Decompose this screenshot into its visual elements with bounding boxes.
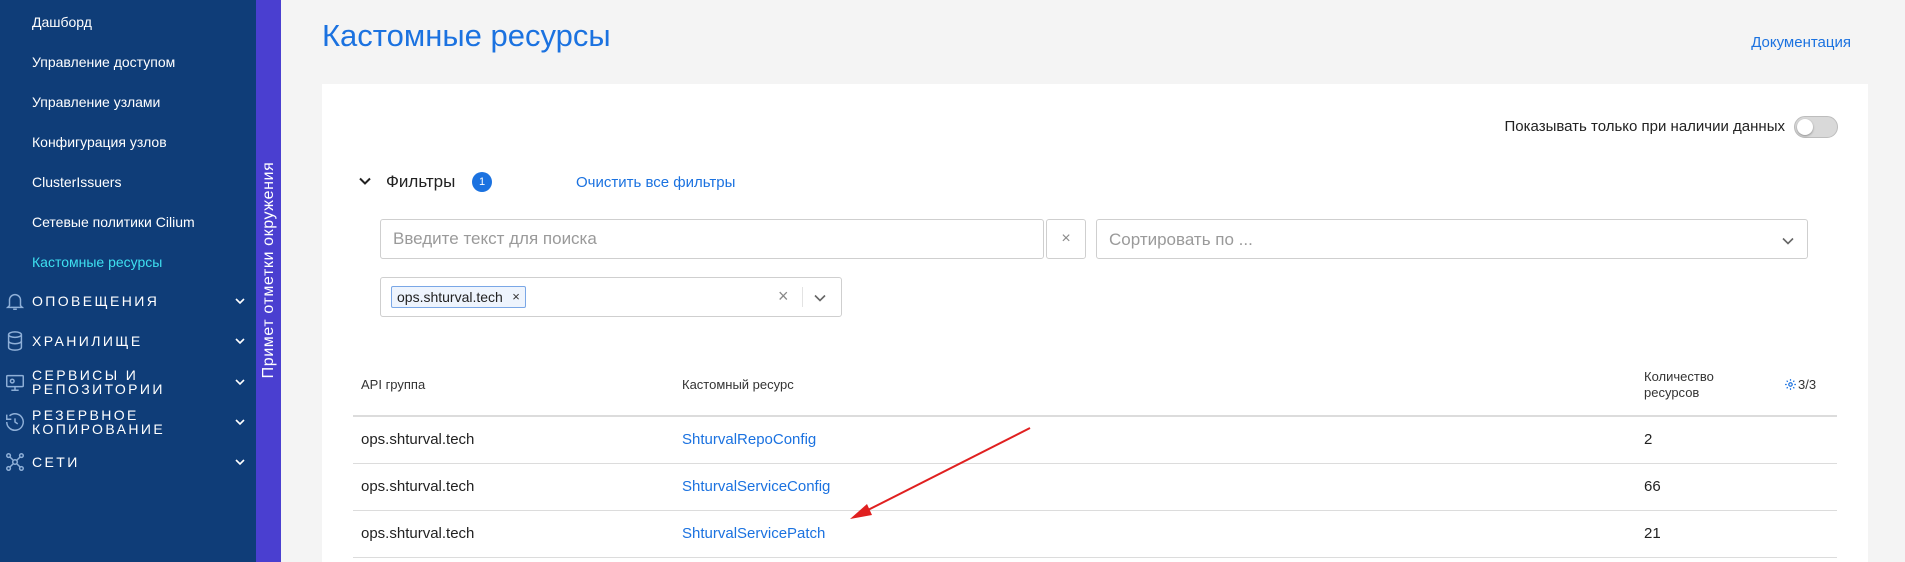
sidebar-item-cilium-policies[interactable]: Сетевые политики Cilium — [32, 214, 195, 230]
separator — [802, 287, 803, 307]
cell-count: 66 — [1644, 478, 1661, 495]
column-header-count[interactable]: Количество ресурсов — [1644, 369, 1714, 401]
sidebar-item-node-config[interactable]: Конфигурация узлов — [32, 134, 167, 150]
cell-api-group: ops.shturval.tech — [361, 431, 475, 448]
sidebar-group-alerts[interactable]: Оповещения — [0, 283, 256, 319]
filters-count-badge: 1 — [472, 172, 492, 192]
sort-select[interactable]: Сортировать по ... — [1096, 219, 1808, 259]
chevron-down-icon[interactable] — [358, 174, 372, 188]
bell-icon — [5, 293, 25, 310]
backup-icon — [6, 413, 24, 431]
column-header-api-group[interactable]: API группа — [361, 377, 425, 393]
column-header-count-line1: Количество — [1644, 369, 1714, 384]
sidebar-group-services[interactable]: Сервисы и репозитории — [0, 364, 256, 400]
network-icon — [6, 453, 24, 471]
data-only-toggle[interactable] — [1794, 116, 1838, 138]
sidebar-group-label: Резервное копирование — [32, 407, 166, 437]
filter-tag-label: ops.shturval.tech — [397, 289, 503, 305]
search-field — [380, 219, 1044, 259]
chevron-down-icon[interactable] — [813, 291, 827, 305]
tag-remove-icon[interactable]: × — [512, 287, 520, 307]
sidebar-group-label: Хранилище — [32, 333, 143, 349]
custom-resources-table: API группа Кастомный ресурс Количество р… — [353, 354, 1837, 558]
clear-filters-link[interactable]: Очистить все фильтры — [576, 174, 735, 191]
resource-link[interactable]: ShturvalRepoConfig — [682, 431, 816, 448]
table-header: API группа Кастомный ресурс Количество р… — [353, 354, 1837, 417]
environment-label: Примет отметки окружения — [259, 161, 277, 379]
sidebar: Дашборд Управление доступом Управление у… — [0, 0, 256, 562]
database-icon — [7, 331, 23, 351]
gear-icon — [1785, 379, 1796, 390]
sidebar-item-access[interactable]: Управление доступом — [32, 54, 175, 70]
chevron-down-icon — [235, 338, 245, 345]
chevron-down-icon — [235, 298, 245, 305]
filter-tag: ops.shturval.tech × — [391, 286, 526, 308]
sidebar-group-label: Сервисы и репозитории — [32, 367, 165, 397]
filters-label: Фильтры — [386, 172, 456, 191]
sidebar-item-custom-resources[interactable]: Кастомные ресурсы — [32, 254, 162, 270]
column-header-count-line2: ресурсов — [1644, 385, 1700, 400]
page-title: Кастомные ресурсы — [322, 18, 611, 53]
environment-strip: Примет отметки окружения — [256, 0, 281, 562]
chevron-down-icon — [235, 379, 245, 386]
sidebar-item-clusterissuers[interactable]: ClusterIssuers — [32, 174, 121, 190]
sidebar-item-dashboard[interactable]: Дашборд — [32, 14, 92, 30]
api-group-filter-select[interactable]: ops.shturval.tech × × — [380, 277, 842, 317]
sidebar-group-backup[interactable]: Резервное копирование — [0, 404, 256, 440]
sidebar-group-networks[interactable]: Сети — [0, 444, 256, 480]
table-row: ops.shturval.tech ShturvalRepoConfig 2 — [353, 417, 1837, 464]
documentation-link[interactable]: Документация — [1751, 34, 1851, 51]
resource-link[interactable]: ShturvalServiceConfig — [682, 478, 830, 495]
sidebar-item-nodes[interactable]: Управление узлами — [32, 94, 160, 110]
resource-link[interactable]: ShturvalServicePatch — [682, 525, 825, 542]
search-clear-button[interactable]: × — [1046, 219, 1086, 259]
clear-tags-icon[interactable]: × — [778, 286, 789, 307]
sidebar-group-label: Сети — [32, 454, 80, 470]
sort-placeholder: Сортировать по ... — [1109, 230, 1253, 249]
cell-count: 21 — [1644, 525, 1661, 542]
content-card: Показывать только при наличии данных Фил… — [322, 84, 1868, 562]
table-row: ops.shturval.tech ShturvalServicePatch 2… — [353, 511, 1837, 558]
column-settings-count: 3/3 — [1798, 377, 1817, 392]
toggle-knob — [1797, 119, 1813, 135]
cell-count: 2 — [1644, 431, 1653, 448]
cell-api-group: ops.shturval.tech — [361, 478, 475, 495]
services-icon — [6, 374, 24, 391]
cell-api-group: ops.shturval.tech — [361, 525, 475, 542]
column-settings-button[interactable]: 3/3 — [1784, 377, 1816, 392]
table-row: ops.shturval.tech ShturvalServiceConfig … — [353, 464, 1837, 511]
search-input[interactable] — [381, 220, 1043, 258]
sidebar-group-storage[interactable]: Хранилище — [0, 323, 256, 359]
column-header-resource[interactable]: Кастомный ресурс — [682, 377, 794, 393]
data-only-toggle-label: Показывать только при наличии данных — [1504, 118, 1786, 135]
chevron-down-icon — [235, 419, 245, 426]
chevron-down-icon — [1782, 237, 1794, 245]
sidebar-group-label: Оповещения — [32, 293, 160, 309]
chevron-down-icon — [235, 459, 245, 466]
